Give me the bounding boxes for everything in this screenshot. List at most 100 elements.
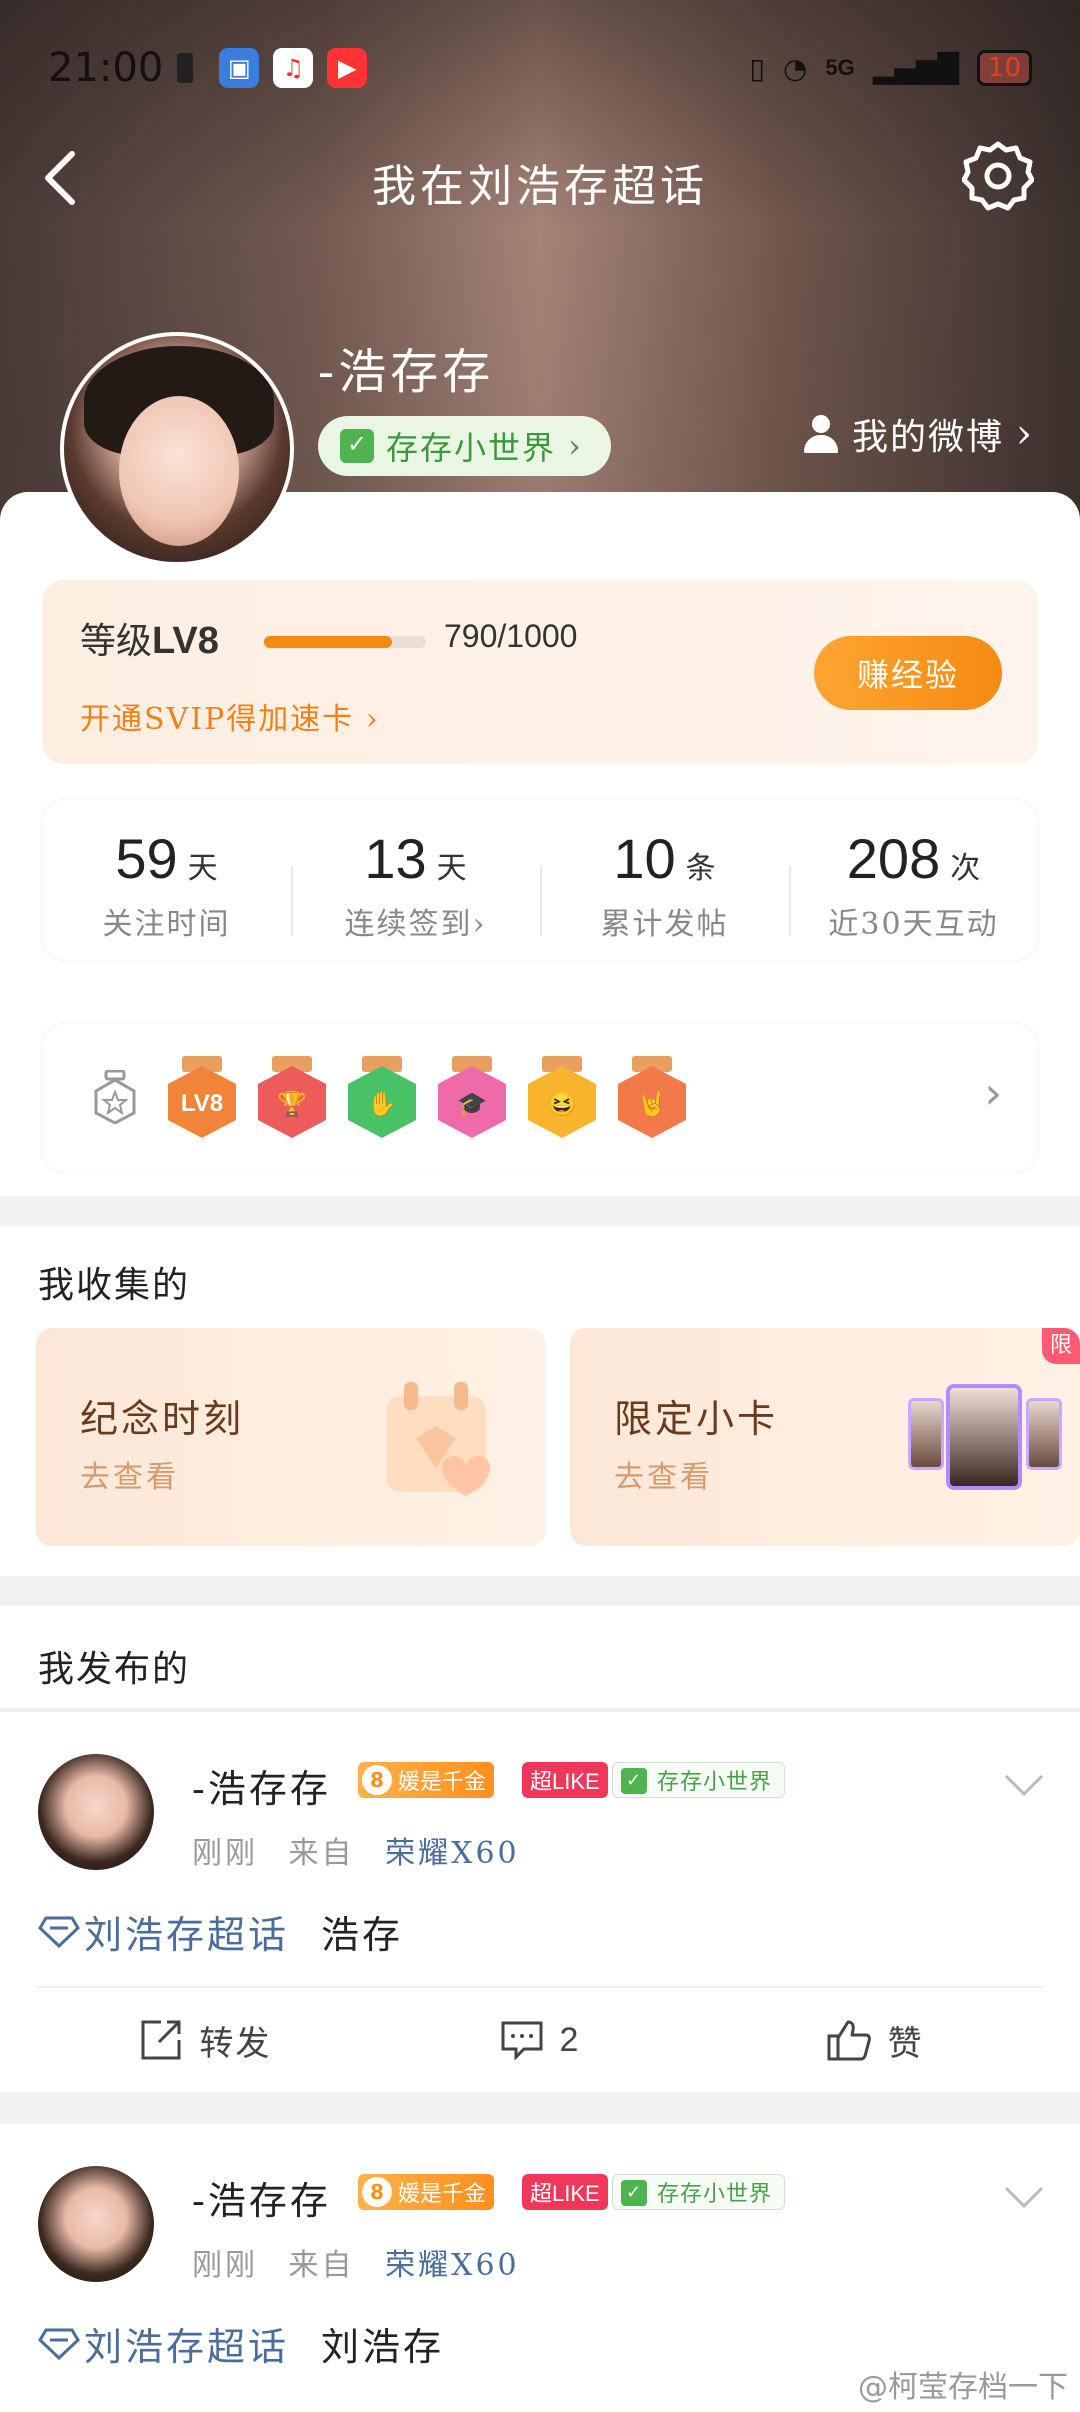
world-pill-label: 存存小世界 [386,429,557,467]
calendar-heart-illustration [386,1382,490,1496]
fan-tag-gold[interactable]: 8 媛是千金 [358,1762,495,1798]
post-content: 刘浩存超话 浩存 [38,1904,403,1959]
stat-value: 13 [364,827,427,890]
fan-level-number: 8 [362,2177,392,2207]
post-card[interactable]: -浩存存 8 媛是千金 超LIKE ✓ 存存小世界 刚刚 来自 荣耀X60 刘浩存超… [0,1712,1080,2092]
settings-gear-icon[interactable] [962,140,1034,212]
fan-tag-gold[interactable]: 8 媛是千金 [358,2174,495,2210]
wifi-icon: ◔ [782,51,808,85]
level-progress-fill [264,636,392,648]
cap-badge[interactable]: 🎓 [438,1056,506,1138]
medal-outline-icon [94,1070,136,1124]
svip-link[interactable]: 开通SVIP得加速卡 › [80,694,380,738]
level-prefix: 等级 [80,621,153,662]
profile-username: -浩存存 [318,344,495,400]
super-topic-diamond-icon [38,2328,80,2360]
post-avatar[interactable] [38,2166,154,2282]
post-time: 刚刚 [192,2248,258,2283]
fan-level-number: 8 [362,1765,392,1795]
card-subtitle: 去查看 [80,1460,179,1495]
thumbs-up-icon [827,2020,871,2061]
calendar-check-icon: ✓ [621,1768,647,1794]
stats-row: 59 天 关注时间 13 天 连续签到› 10 条 累计发帖 208 次 近30天互动 [42,800,1038,960]
photo-card-thumb [1026,1398,1062,1470]
page-title: 我在刘浩存超话 [372,161,708,212]
app-notification-icon: ▣ [219,48,260,88]
super-like-tag[interactable]: 超LIKE [522,2174,608,2210]
calendar-check-icon: ✓ [621,2180,647,2206]
my-weibo-link[interactable]: 我的微博 › [802,408,1034,460]
stat-unit: 天 [436,851,467,886]
my-weibo-label: 我的微博 [851,417,1004,458]
limited-tag: 限 [1042,1328,1080,1364]
card-title: 限定小卡 [614,1397,779,1441]
level-label: 等级LV8 [80,612,219,664]
stat-unit: 条 [685,851,716,886]
stat-posts: 10 条 累计发帖 [540,800,789,960]
post-author-name[interactable]: -浩存存 [192,1758,331,1813]
badge-symbol: 🎓 [457,1091,487,1118]
video-app-icon: ▶ [327,48,368,88]
post-author-name[interactable]: -浩存存 [192,2170,331,2225]
sim-icon [177,53,194,83]
emoji-badge[interactable]: 😆 [528,1056,596,1138]
like-button[interactable]: 赞 [707,1988,1042,2092]
calendar-check-icon [340,429,374,463]
world-tag[interactable]: ✓ 存存小世界 [612,1762,786,1798]
stat-value: 208 [846,827,941,890]
lv8-badge[interactable]: LV8 [168,1056,236,1138]
world-tag[interactable]: ✓ 存存小世界 [612,2174,786,2210]
stat-label: 连续签到 [344,907,473,942]
world-tag-label: 存存小世界 [657,2182,773,2207]
profile-avatar[interactable] [60,332,294,566]
trophy-badge[interactable]: 🏆 [258,1056,326,1138]
post-topic-link[interactable]: 刘浩存超话 [84,2316,289,2371]
badge-symbol: 🤘 [637,1091,667,1118]
chevron-down-icon[interactable] [1002,1772,1046,1800]
stat-label: 关注时间 [102,907,231,942]
card-title: 纪念时刻 [80,1397,245,1441]
stat-checkin-days[interactable]: 13 天 连续签到› [291,800,540,960]
badge-symbol: 😆 [547,1091,577,1118]
rock-badge[interactable]: 🤘 [618,1056,686,1138]
status-bar: 21:00 ▣ ♫ ▶ ▯ ◔ 5G ▂▄▆█ 10 [48,38,1032,98]
super-like-tag[interactable]: 超LIKE [522,1762,608,1798]
level-progress-text: 790/1000 [444,618,578,654]
comment-icon [501,2021,543,2060]
published-title: 我发布的 [38,1649,191,1690]
post-from: 来自 [288,2248,355,2283]
world-pill-button[interactable]: 存存小世界 › [318,416,611,476]
battery-icon: 10 [976,50,1032,86]
music-app-icon: ♫ [273,48,314,88]
fan-tag-label: 媛是千金 [398,2182,487,2207]
svip-label: 开通SVIP得加速卡 [80,702,355,737]
photo-card-thumb [946,1384,1022,1490]
badges-row[interactable]: LV8 🏆 ✋ 🎓 😆 🤘 › [42,1024,1038,1172]
badge-symbol: LV8 [180,1090,224,1117]
photo-card-thumb [908,1398,944,1470]
fan-tag-label: 媛是千金 [398,1770,487,1795]
post-content: 刘浩存超话 刘浩存 [38,2316,444,2371]
comment-button[interactable]: 2 [373,1988,708,2092]
status-time: 21:00 [48,45,164,91]
post-time: 刚刚 [192,1836,258,1871]
stat-unit: 次 [950,851,981,886]
post-actions: 转发 2 赞 [38,1986,1042,2092]
chevron-down-icon[interactable] [1002,2184,1046,2212]
earn-exp-button[interactable]: 赚经验 [814,636,1002,710]
limited-card-card[interactable]: 限定小卡 去查看 限 [570,1328,1080,1546]
published-section-header: 我发布的 [0,1606,1080,1710]
post-text: 浩存 [321,1913,404,1957]
network-type: 5G [825,55,855,80]
post-avatar[interactable] [38,1754,154,1870]
chevron-right-icon: › [1016,411,1034,457]
watermark: @柯莹存档一下 [858,2370,1068,2405]
hand-badge[interactable]: ✋ [348,1056,416,1138]
nav-bar: 我在刘浩存超话 [0,140,1080,220]
post-topic-link[interactable]: 刘浩存超话 [84,1904,289,1959]
repost-button[interactable]: 转发 [38,1988,373,2092]
chevron-right-icon: › [568,427,583,465]
vibrate-icon: ▯ [749,51,765,85]
comment-count: 2 [559,2020,581,2059]
memorial-moment-card[interactable]: 纪念时刻 去查看 [36,1328,546,1546]
